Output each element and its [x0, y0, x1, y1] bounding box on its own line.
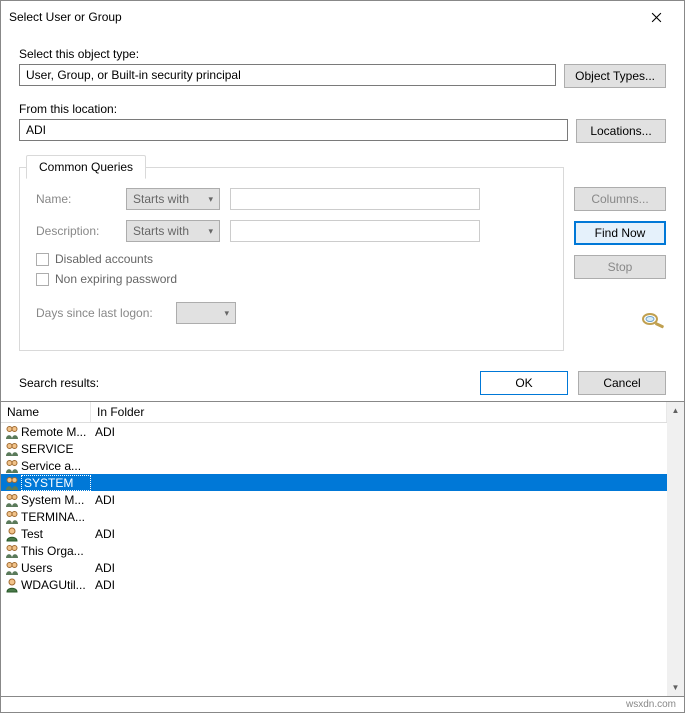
group-icon [3, 441, 21, 457]
location-field[interactable]: ADI [19, 119, 568, 141]
chevron-down-icon: ▾ [224, 308, 229, 319]
group-icon [3, 509, 21, 525]
table-row[interactable]: SERVICE [1, 440, 667, 457]
name-filter-input[interactable] [230, 188, 480, 210]
common-queries-panel: Common Queries Name: Starts with ▾ Descr… [19, 167, 564, 351]
side-buttons: Columns... Find Now Stop [574, 157, 666, 351]
table-row[interactable]: TestADI [1, 525, 667, 542]
location-label: From this location: [19, 102, 666, 116]
table-row[interactable]: System M...ADI [1, 491, 667, 508]
magnify-icon [638, 309, 666, 334]
column-header-folder[interactable]: In Folder [91, 402, 667, 422]
locations-button[interactable]: Locations... [576, 119, 666, 143]
table-row[interactable]: Service a... [1, 457, 667, 474]
row-name: This Orga... [21, 544, 91, 558]
row-name: WDAGUtil... [21, 578, 91, 592]
table-row[interactable]: Remote M...ADI [1, 423, 667, 440]
table-row[interactable]: This Orga... [1, 542, 667, 559]
row-name: Service a... [21, 459, 91, 473]
row-name: System M... [21, 493, 91, 507]
results-header: Name In Folder [1, 402, 667, 423]
row-name: Remote M... [21, 425, 91, 439]
days-since-logon-select[interactable]: ▾ [176, 302, 236, 324]
select-user-group-dialog: Select User or Group Select this object … [0, 0, 685, 713]
disabled-accounts-label: Disabled accounts [55, 252, 153, 266]
group-icon [3, 492, 21, 508]
group-icon [3, 424, 21, 440]
columns-button[interactable]: Columns... [574, 187, 666, 211]
window-title: Select User or Group [9, 10, 122, 24]
scroll-up-icon[interactable]: ▲ [667, 402, 684, 419]
titlebar: Select User or Group [1, 1, 684, 33]
description-mode-value: Starts with [133, 224, 189, 238]
watermark: wsxdn.com [1, 697, 684, 712]
dialog-content: Select this object type: User, Group, or… [1, 33, 684, 367]
description-mode-select[interactable]: Starts with ▾ [126, 220, 220, 242]
group-icon [3, 475, 21, 491]
scroll-track[interactable] [667, 419, 684, 679]
vertical-scrollbar[interactable]: ▲ ▼ [667, 402, 684, 696]
disabled-accounts-checkbox[interactable] [36, 253, 49, 266]
table-row[interactable]: SYSTEM [1, 474, 667, 491]
action-row: Search results: OK Cancel [1, 367, 684, 401]
object-type-field[interactable]: User, Group, or Built-in security princi… [19, 64, 556, 86]
object-type-label: Select this object type: [19, 47, 666, 61]
scroll-down-icon[interactable]: ▼ [667, 679, 684, 696]
user-icon [3, 526, 21, 542]
row-name: SYSTEM [21, 475, 91, 491]
search-results-label: Search results: [19, 376, 99, 390]
common-queries-tab[interactable]: Common Queries [26, 155, 146, 179]
chevron-down-icon: ▾ [208, 194, 213, 205]
table-row[interactable]: WDAGUtil...ADI [1, 576, 667, 593]
row-name: Test [21, 527, 91, 541]
row-folder: ADI [91, 493, 667, 507]
non-expiring-password-checkbox[interactable] [36, 273, 49, 286]
group-icon [3, 543, 21, 559]
name-filter-label: Name: [36, 192, 116, 206]
description-filter-label: Description: [36, 224, 116, 238]
close-icon [651, 12, 662, 23]
chevron-down-icon: ▾ [208, 226, 213, 237]
ok-button[interactable]: OK [480, 371, 568, 395]
description-filter-input[interactable] [230, 220, 480, 242]
row-name: Users [21, 561, 91, 575]
table-row[interactable]: TERMINA... [1, 508, 667, 525]
object-types-button[interactable]: Object Types... [564, 64, 666, 88]
row-folder: ADI [91, 527, 667, 541]
days-since-logon-label: Days since last logon: [36, 306, 166, 320]
row-name: SERVICE [21, 442, 91, 456]
find-now-button[interactable]: Find Now [574, 221, 666, 245]
stop-button[interactable]: Stop [574, 255, 666, 279]
row-folder: ADI [91, 561, 667, 575]
results-list[interactable]: Remote M...ADISERVICEService a...SYSTEMS… [1, 423, 667, 593]
column-header-name[interactable]: Name [1, 402, 91, 422]
row-name: TERMINA... [21, 510, 91, 524]
close-button[interactable] [636, 3, 676, 31]
row-folder: ADI [91, 425, 667, 439]
non-expiring-password-label: Non expiring password [55, 272, 177, 286]
user-icon [3, 577, 21, 593]
name-mode-select[interactable]: Starts with ▾ [126, 188, 220, 210]
table-row[interactable]: UsersADI [1, 559, 667, 576]
row-folder: ADI [91, 578, 667, 592]
cancel-button[interactable]: Cancel [578, 371, 666, 395]
group-icon [3, 458, 21, 474]
group-icon [3, 560, 21, 576]
name-mode-value: Starts with [133, 192, 189, 206]
search-results-pane: Name In Folder Remote M...ADISERVICEServ… [1, 401, 684, 697]
